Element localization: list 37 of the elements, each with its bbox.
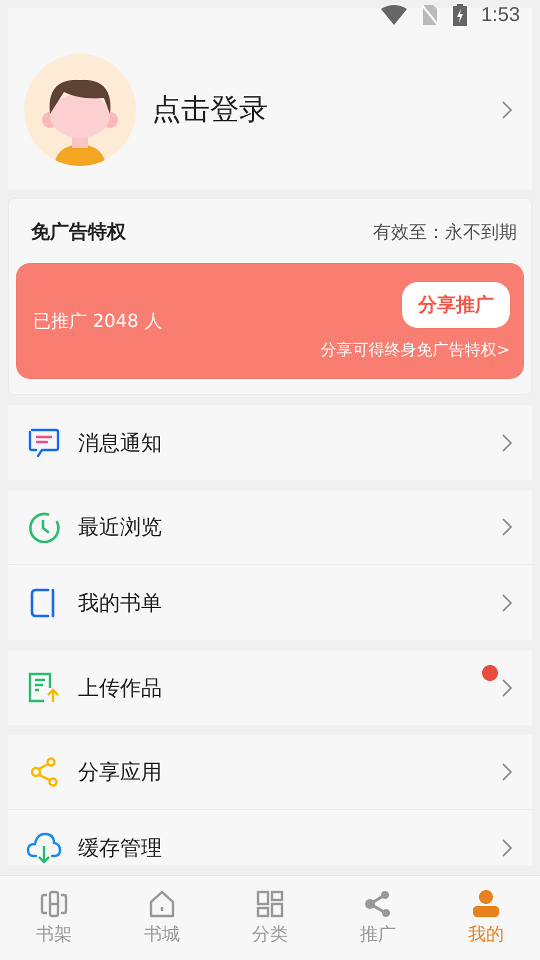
menu-label: 上传作品 — [78, 674, 163, 702]
avatar-icon — [24, 54, 136, 166]
chevron-right-icon — [502, 434, 512, 452]
menu-label: 我的书单 — [78, 590, 163, 616]
vip-title: 免广告特权 — [31, 220, 126, 245]
wifi-icon — [381, 5, 408, 25]
promoted-count: 已推广 2048 人 — [33, 310, 162, 333]
grid-icon — [256, 890, 284, 918]
chevron-right-icon — [502, 678, 512, 696]
clock-icon — [28, 511, 60, 543]
menu-label: 分享应用 — [78, 759, 163, 786]
chevron-right-icon — [502, 594, 512, 612]
person-icon — [472, 890, 500, 918]
login-row[interactable]: 点击登录 — [8, 26, 532, 166]
status-time: 1:53 — [481, 4, 520, 26]
menu-item[interactable]: 我的书单 — [8, 565, 532, 640]
menu-label: 消息通知 — [78, 430, 163, 456]
share-icon — [364, 890, 392, 918]
home-icon — [148, 890, 176, 918]
login-label: 点击登录 — [152, 91, 269, 128]
menu-item[interactable]: 缓存管理 — [8, 810, 532, 865]
chevron-right-icon — [502, 101, 512, 119]
menu-item[interactable]: 上传作品 — [8, 650, 532, 725]
chevron-right-icon — [502, 518, 512, 536]
cloud-download-icon — [26, 832, 62, 864]
menu-item[interactable]: 消息通知 — [8, 405, 532, 480]
chevron-right-icon — [502, 838, 512, 856]
menu-item[interactable]: 分享应用 — [8, 735, 532, 810]
menu-label: 缓存管理 — [78, 834, 163, 862]
chevron-right-icon — [502, 763, 512, 781]
bookshelf-icon — [40, 890, 68, 918]
message-icon — [28, 428, 60, 458]
menu-item[interactable]: 最近浏览 — [8, 490, 532, 565]
menu-label: 最近浏览 — [78, 514, 163, 541]
share-icon — [30, 757, 58, 787]
document-upload-icon — [28, 672, 60, 704]
validity-text: 有效至：永不到期 — [373, 221, 517, 244]
